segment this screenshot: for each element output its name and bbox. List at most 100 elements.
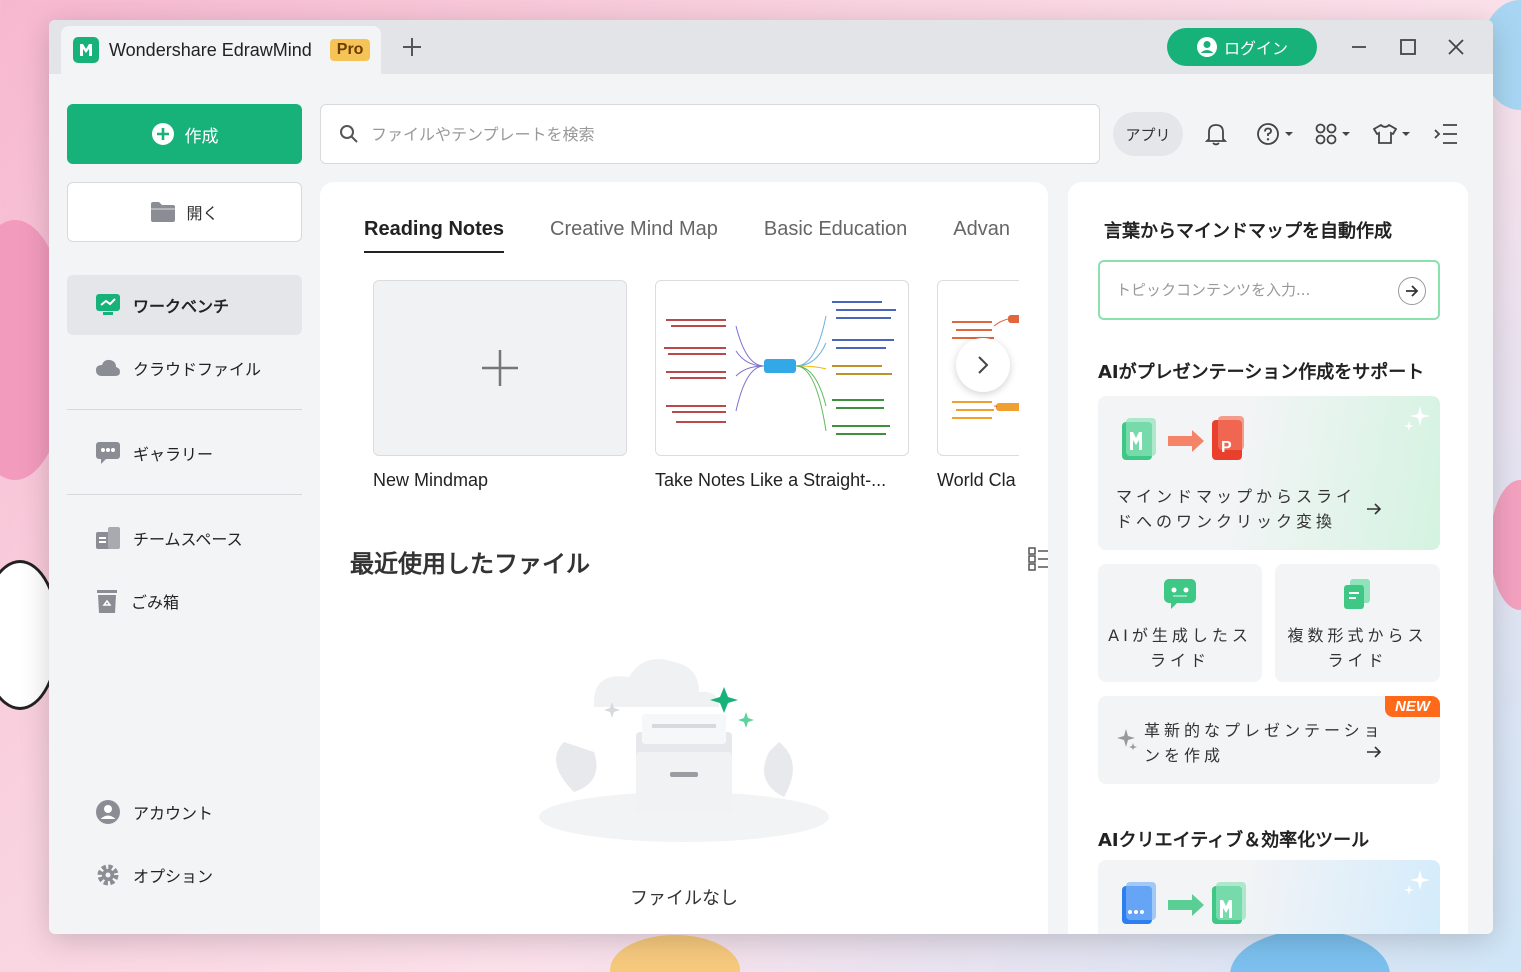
chevron-down-icon bbox=[1402, 132, 1410, 136]
minimize-icon bbox=[1352, 46, 1366, 48]
sidebar-item-cloud-files[interactable]: クラウドファイル bbox=[67, 338, 302, 398]
sidebar-item-account[interactable]: アカウント bbox=[67, 782, 302, 842]
sidebar-item-label: クラウドファイル bbox=[133, 360, 262, 379]
sparkle-icon bbox=[1117, 729, 1137, 750]
shirt-icon bbox=[1373, 123, 1397, 144]
ai-creative-tools-heading: AIクリエイティブ＆効率化ツール bbox=[1098, 830, 1370, 851]
pro-badge: Pro bbox=[329, 39, 371, 61]
template-card-take-notes[interactable]: Take Notes Like a Straight-... bbox=[655, 280, 909, 491]
topic-input[interactable] bbox=[1116, 281, 1386, 299]
sparkle-icon bbox=[1404, 870, 1430, 895]
app-window: Wondershare EdrawMind Pro ログイン 作成 開く ワーク… bbox=[49, 20, 1493, 934]
sidebar-item-label: ごみ箱 bbox=[131, 593, 180, 612]
card-title: New Mindmap bbox=[373, 470, 489, 490]
maximize-button[interactable] bbox=[1391, 30, 1425, 64]
grid-icon bbox=[1315, 123, 1337, 145]
create-button[interactable]: 作成 bbox=[67, 104, 302, 164]
create-label: 作成 bbox=[184, 126, 219, 147]
plus-icon bbox=[482, 350, 518, 386]
sidebar-item-label: ギャラリー bbox=[133, 445, 214, 464]
text-to-mindmap-heading: 言葉からマインドマップを自動作成 bbox=[1104, 221, 1392, 242]
cloud-icon bbox=[96, 359, 120, 376]
recent-files-title: 最近使用したファイル bbox=[350, 550, 590, 578]
tab-reading-notes[interactable]: Reading Notes bbox=[364, 218, 505, 253]
sidebar-item-label: オプション bbox=[133, 867, 214, 886]
ai-presentation-heading: AIがプレゼンテーション作成をサポート bbox=[1098, 362, 1425, 383]
sidebar-divider bbox=[67, 409, 302, 410]
multi-format-icon bbox=[1344, 579, 1370, 609]
sidebar-item-options[interactable]: オプション bbox=[67, 845, 302, 905]
chevron-down-icon bbox=[1285, 132, 1293, 136]
topic-input-box[interactable] bbox=[1098, 260, 1440, 320]
list-view-button[interactable] bbox=[1028, 546, 1048, 576]
bell-icon bbox=[1205, 124, 1227, 146]
sidebar-item-team-space[interactable]: チームスペース bbox=[67, 508, 302, 568]
svg-text:P: P bbox=[1221, 439, 1232, 456]
login-label: ログイン bbox=[1223, 39, 1288, 58]
open-button[interactable]: 開く bbox=[67, 182, 302, 242]
sidebar-item-workbench[interactable]: ワークベンチ bbox=[67, 275, 302, 335]
arrow-right-icon bbox=[1367, 746, 1382, 758]
template-cards: New Mindmap Take Notes Like a Straight-.… bbox=[373, 280, 1019, 510]
empty-box-illustration bbox=[534, 642, 834, 846]
new-tab-button[interactable] bbox=[397, 32, 427, 62]
workbench-icon bbox=[96, 294, 120, 315]
login-button[interactable]: ログイン bbox=[1167, 28, 1317, 66]
chevron-right-icon bbox=[978, 356, 989, 374]
help-icon bbox=[1257, 123, 1279, 145]
tab-advanced[interactable]: Advan bbox=[953, 218, 1010, 251]
card-thumbnail bbox=[373, 280, 627, 456]
wallpaper-blob bbox=[1490, 480, 1521, 610]
chevron-down-icon bbox=[1342, 132, 1350, 136]
sidebar-item-label: ワークベンチ bbox=[133, 297, 230, 316]
collapse-panel-button[interactable] bbox=[1433, 120, 1459, 148]
search-input[interactable] bbox=[371, 124, 971, 144]
skin-button[interactable] bbox=[1373, 120, 1411, 148]
wallpaper-blob bbox=[1230, 930, 1390, 972]
sidebar-item-label: アカウント bbox=[133, 804, 214, 823]
card-title: Take Notes Like a Straight-... bbox=[655, 470, 887, 490]
innovative-presentation-card[interactable]: NEW 革新的なプレゼンテーションを作成 bbox=[1098, 696, 1440, 784]
mindmap-to-slide-label: マインドマップからスライドへのワンクリック変換 bbox=[1116, 487, 1357, 531]
plus-icon bbox=[403, 38, 421, 56]
apps-button[interactable]: アプリ bbox=[1113, 112, 1183, 156]
app-tab[interactable]: Wondershare EdrawMind Pro bbox=[61, 26, 381, 74]
template-card-new-mindmap[interactable]: New Mindmap bbox=[373, 280, 627, 491]
help-button[interactable] bbox=[1256, 120, 1294, 148]
card-title: World Cla bbox=[937, 470, 1016, 490]
sidebar-item-trash[interactable]: ごみ箱 bbox=[67, 571, 302, 631]
sidebar-divider bbox=[67, 494, 302, 495]
search-box[interactable] bbox=[320, 104, 1100, 164]
ai-generated-slide-card[interactable]: AIが生成したスライド bbox=[1098, 564, 1262, 682]
notification-button[interactable] bbox=[1205, 120, 1227, 148]
title-bar: Wondershare EdrawMind Pro ログイン bbox=[49, 20, 1493, 74]
gear-icon bbox=[97, 864, 119, 886]
search-icon bbox=[340, 125, 358, 143]
tab-basic-education[interactable]: Basic Education bbox=[764, 218, 907, 251]
ai-generated-slide-label: AIが生成したスライド bbox=[1108, 626, 1252, 670]
topic-submit-button[interactable] bbox=[1398, 277, 1426, 305]
multi-format-slide-card[interactable]: 複数形式からスライド bbox=[1275, 564, 1440, 682]
apps-grid-button[interactable] bbox=[1315, 120, 1351, 148]
creative-tool-card[interactable] bbox=[1098, 860, 1440, 934]
sidebar-item-gallery[interactable]: ギャラリー bbox=[67, 423, 302, 483]
sparkle-icon bbox=[1404, 406, 1430, 431]
account-icon bbox=[96, 800, 120, 824]
templates-next-button[interactable] bbox=[956, 338, 1010, 392]
minimize-button[interactable] bbox=[1342, 30, 1376, 64]
wallpaper-blob bbox=[610, 935, 740, 972]
innovative-presentation-label: 革新的なプレゼンテーションを作成 bbox=[1144, 721, 1384, 765]
user-icon bbox=[1196, 37, 1217, 57]
doc-to-mindmap-icon bbox=[1122, 882, 1246, 924]
mindmap-to-ppt-icon: P bbox=[1122, 416, 1244, 460]
multi-format-slide-label: 複数形式からスライド bbox=[1287, 626, 1428, 670]
edrawmind-logo-icon bbox=[73, 37, 99, 63]
folder-icon bbox=[151, 202, 176, 222]
close-button[interactable] bbox=[1439, 30, 1473, 64]
tab-creative-mind-map[interactable]: Creative Mind Map bbox=[550, 218, 718, 251]
mindmap-to-slide-card[interactable]: P マインドマップからスライドへのワンクリック変換 bbox=[1098, 396, 1440, 550]
ai-panel: 言葉からマインドマップを自動作成 AIがプレゼンテーション作成をサポート P マ… bbox=[1068, 182, 1468, 934]
panel-toggle-icon bbox=[1434, 124, 1457, 144]
new-badge: NEW bbox=[1385, 696, 1440, 717]
template-tabs: Reading Notes Creative Mind Map Basic Educ… bbox=[364, 218, 1019, 258]
